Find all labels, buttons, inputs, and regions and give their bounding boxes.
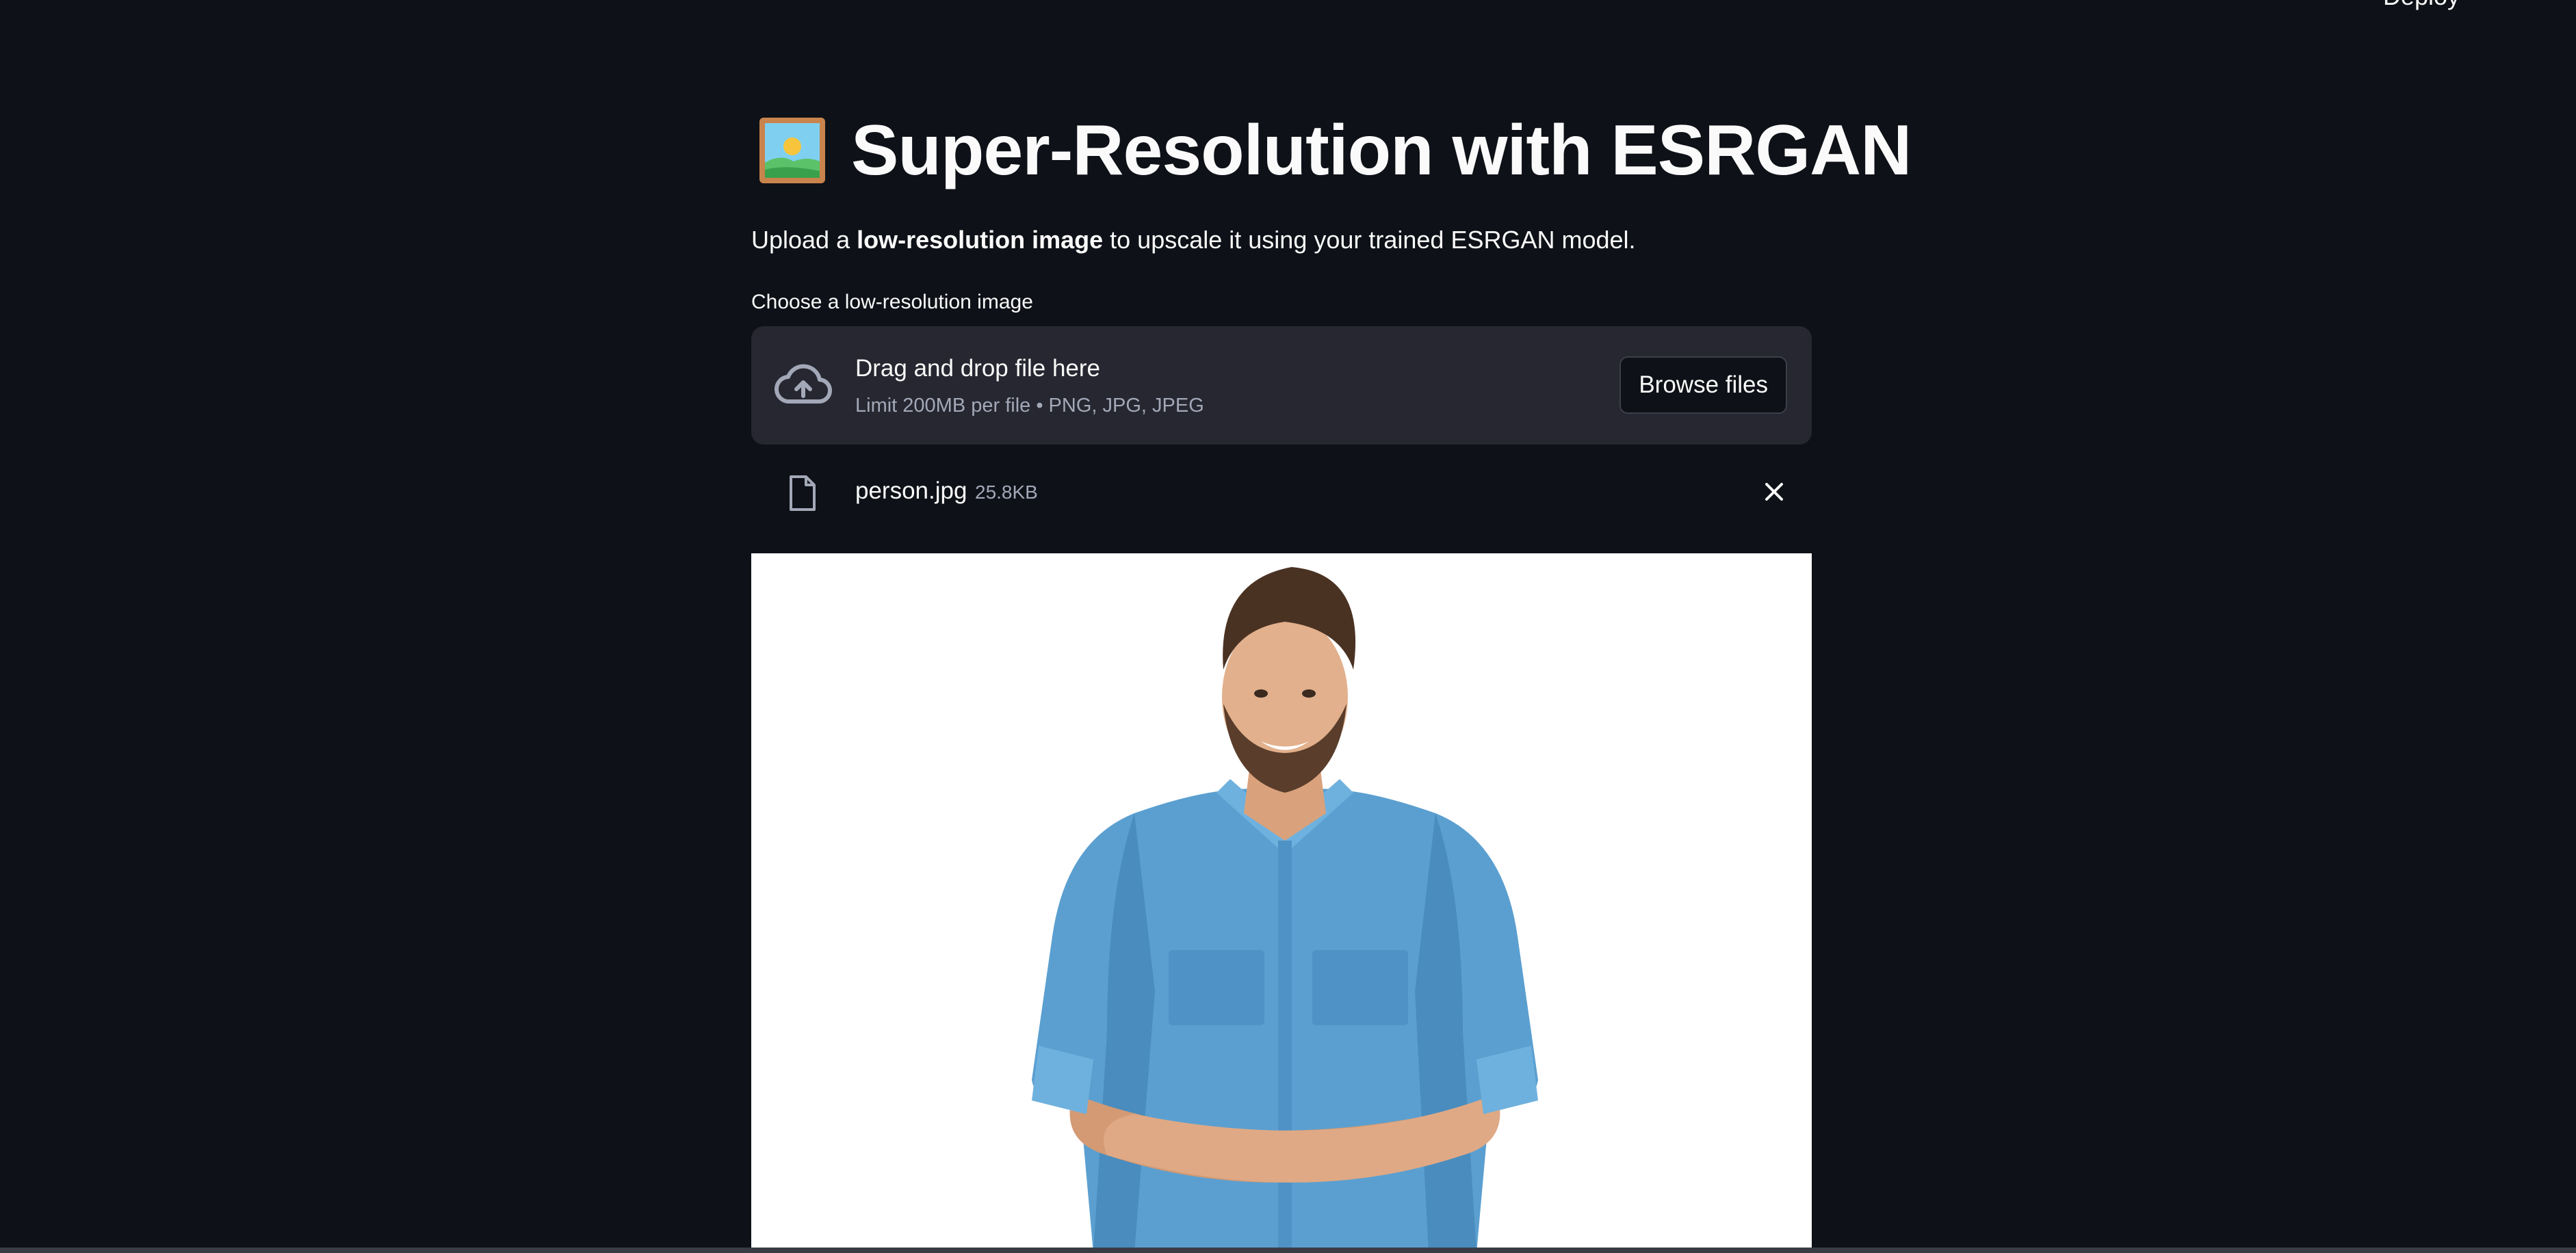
title-text: Super-Resolution with ESRGAN (851, 111, 1912, 190)
dropzone-limit: Limit 200MB per file • PNG, JPG, JPEG (855, 395, 1204, 417)
uploaded-file-row: person.jpg 25.8KB (751, 472, 1812, 513)
subtitle-prefix: Upload a (751, 226, 857, 254)
subtitle-bold: low-resolution image (857, 226, 1104, 254)
close-icon[interactable] (1764, 482, 1784, 502)
dropzone-title: Drag and drop file here (855, 355, 1100, 382)
uploaded-file-name: person.jpg (855, 477, 967, 504)
more-vert-icon[interactable] (2528, 0, 2542, 14)
file-icon (790, 475, 816, 511)
app-page: Deploy Super-Resolution with ESRGAN Uplo… (0, 0, 2576, 1253)
page-subtitle: Upload a low-resolution image to upscale… (751, 226, 1636, 254)
person-photo (751, 553, 1812, 1253)
bottom-scroll-bar (0, 1248, 2576, 1253)
browse-files-button[interactable]: Browse files (1619, 356, 1787, 414)
framed-picture-icon (759, 118, 825, 183)
page-title: Super-Resolution with ESRGAN (759, 111, 1912, 190)
uploaded-file-size: 25.8KB (975, 482, 1038, 503)
file-dropzone[interactable]: Drag and drop file here Limit 200MB per … (751, 326, 1812, 445)
cloud-upload-icon (775, 364, 832, 404)
file-uploader-label: Choose a low-resolution image (751, 291, 1033, 313)
uploaded-image-preview (751, 553, 1812, 1253)
deploy-button[interactable]: Deploy (2383, 0, 2460, 11)
subtitle-suffix: to upscale it using your trained ESRGAN … (1103, 226, 1636, 254)
